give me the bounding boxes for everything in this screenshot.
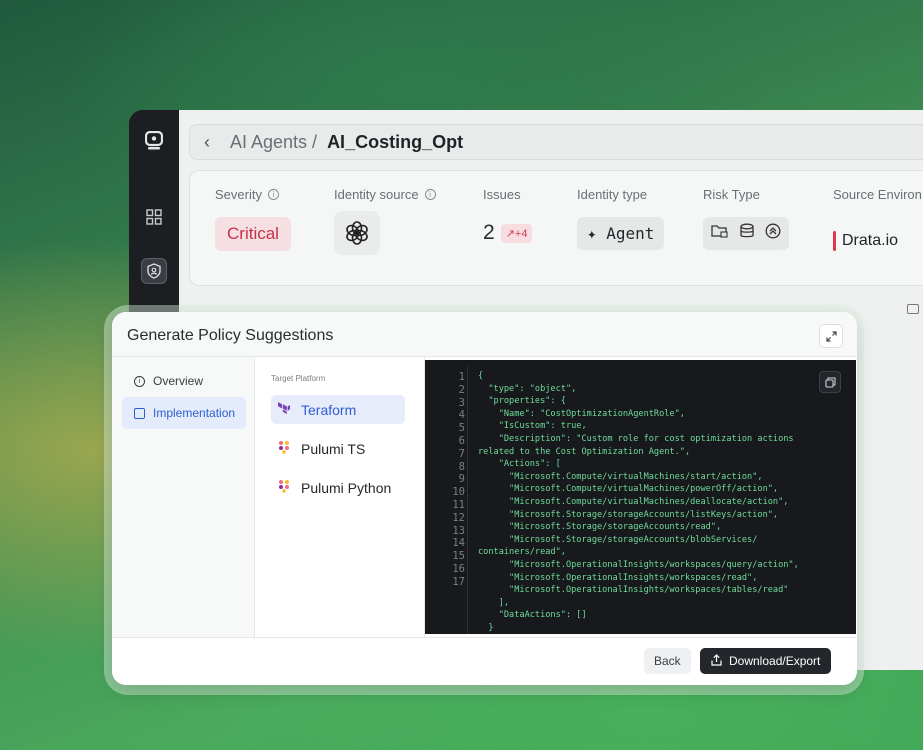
platform-teraform-label: Teraform xyxy=(301,401,357,418)
modal-footer: Back Download/Export xyxy=(112,637,857,685)
line-number: 17 xyxy=(452,575,465,588)
download-export-label: Download/Export xyxy=(729,654,821,668)
nav-implementation[interactable]: Implementation xyxy=(122,397,246,429)
identity-type-header: Identity type xyxy=(577,187,648,202)
issues-count: 2 xyxy=(483,221,495,244)
risk-type-header: Risk Type xyxy=(703,187,760,202)
identity-source-header: Identity source xyxy=(334,187,419,202)
line-number: 10 xyxy=(452,486,465,499)
terraform-icon xyxy=(277,401,291,418)
code-viewer[interactable]: 1 2 3 4 5 6 7 8 9 10 11 12 13 14 15 16 17 { "type": "obj… xyxy=(425,360,856,634)
copy-icon[interactable] xyxy=(819,371,841,393)
modal-nav: i Overview Implementation xyxy=(112,357,255,637)
line-number: 4 xyxy=(458,409,465,422)
sparkle-icon: ✦ xyxy=(587,224,607,243)
openai-icon xyxy=(334,211,380,255)
pulumi-icon xyxy=(277,479,291,496)
source-env-header: Source Environ xyxy=(833,187,922,202)
line-number: 12 xyxy=(452,511,465,524)
line-number: 3 xyxy=(458,396,465,409)
issues-delta-badge: ↗+4 xyxy=(500,223,533,243)
modal-title: Generate Policy Suggestions xyxy=(127,327,334,344)
info-icon: i xyxy=(134,375,145,387)
logo-icon[interactable] xyxy=(141,128,167,154)
risk-type-column: Risk Type xyxy=(703,187,760,202)
issues-column: Issues xyxy=(483,187,521,202)
expand-icon[interactable] xyxy=(819,324,843,348)
line-number: 13 xyxy=(452,524,465,537)
back-button[interactable]: Back xyxy=(644,648,691,674)
source-env-column: Source Environ xyxy=(833,187,922,202)
document-icon xyxy=(134,407,145,419)
identity-source-column: Identity source i xyxy=(334,187,436,202)
nav-overview-label: Overview xyxy=(153,374,204,388)
upload-icon xyxy=(711,653,722,669)
folder-lock-icon xyxy=(711,223,729,244)
generate-policy-modal: Generate Policy Suggestions i Overview I… xyxy=(112,312,857,685)
line-number: 14 xyxy=(452,537,465,550)
severity-badge: Critical xyxy=(215,217,291,251)
platform-pulumi-python[interactable]: Pulumi Python xyxy=(271,473,405,502)
chevrons-up-icon xyxy=(765,223,781,244)
platform-pulumi-python-label: Pulumi Python xyxy=(301,479,392,496)
platform-pulumi-ts-label: Pulumi TS xyxy=(301,440,366,457)
line-number: 2 xyxy=(458,383,465,396)
breadcrumb-current: AI_Costing_Opt xyxy=(327,131,464,152)
dashboard-grid-icon[interactable] xyxy=(141,204,167,230)
gutter-divider xyxy=(467,366,468,634)
platform-list: Target Platform Teraform Pulumi TS Pulum… xyxy=(255,357,425,637)
target-platform-label: Target Platform xyxy=(271,374,326,383)
identity-type-column: Identity type xyxy=(577,187,647,202)
code-content[interactable]: { "type": "object", "properties": { "Nam… xyxy=(478,370,799,634)
pulumi-icon xyxy=(277,440,291,457)
breadcrumb-parent[interactable]: AI Agents / xyxy=(230,132,317,153)
nav-implementation-label: Implementation xyxy=(153,406,236,420)
line-number: 8 xyxy=(458,460,465,473)
severity-column: Severity i xyxy=(215,187,279,202)
shield-user-icon[interactable] xyxy=(141,258,167,284)
info-icon[interactable]: i xyxy=(267,189,279,200)
modal-header: Generate Policy Suggestions xyxy=(112,312,857,357)
platform-pulumi-ts[interactable]: Pulumi TS xyxy=(271,434,405,463)
issues-header: Issues xyxy=(483,187,521,202)
line-number: 7 xyxy=(458,447,465,460)
platform-teraform[interactable]: Teraform xyxy=(271,395,405,424)
download-export-button[interactable]: Download/Export xyxy=(700,648,832,674)
line-number: 11 xyxy=(452,498,465,511)
line-number: 5 xyxy=(458,422,465,435)
source-env-indicator xyxy=(833,231,836,251)
arrow-up-right-icon: ↗ xyxy=(505,227,515,240)
issues-value: 2 ↗+4 xyxy=(483,221,533,245)
line-number: 1 xyxy=(458,371,465,383)
database-icon xyxy=(739,223,755,244)
nav-overview[interactable]: i Overview xyxy=(122,365,246,397)
source-env-label: Drata.io xyxy=(842,232,899,249)
line-number: 15 xyxy=(452,550,465,563)
line-numbers: 1 2 3 4 5 6 7 8 9 10 11 12 13 14 15 16 17 xyxy=(425,371,465,589)
severity-header: Severity xyxy=(215,187,262,202)
risk-type-icons xyxy=(703,217,789,250)
back-chevron-icon[interactable]: ‹ xyxy=(204,132,230,153)
identity-type-badge: ✦ Agent xyxy=(577,217,665,250)
info-icon[interactable]: i xyxy=(424,189,436,200)
line-number: 16 xyxy=(452,562,465,575)
breadcrumb: ‹ AI Agents / AI_Costing_Opt xyxy=(189,124,923,160)
line-number: 9 xyxy=(458,473,465,486)
source-env-value: Drata.io xyxy=(833,231,898,251)
summary-card: Severity i Critical Identity source i Issu… xyxy=(189,170,923,286)
line-number: 6 xyxy=(458,434,465,447)
panel-toggle-icon[interactable] xyxy=(907,304,919,314)
